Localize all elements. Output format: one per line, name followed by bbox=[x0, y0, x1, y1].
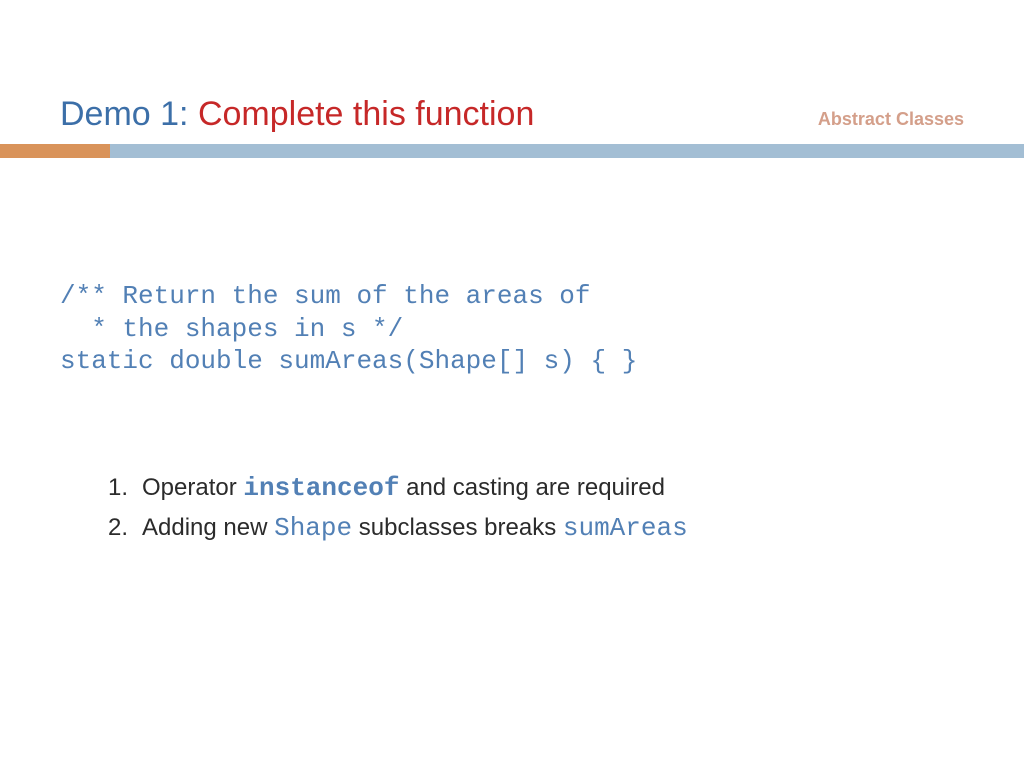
point-2: 2.Adding new Shape subclasses breaks sum… bbox=[108, 510, 688, 546]
code-block: /** Return the sum of the areas of * the… bbox=[0, 0, 697, 378]
keyword-instanceof: instanceof bbox=[243, 473, 399, 503]
point-1: 1.Operator instanceof and casting are re… bbox=[108, 470, 688, 506]
keyword-shape: Shape bbox=[274, 513, 352, 543]
point-1-number: 1. bbox=[108, 471, 142, 505]
point-1-text-a: Operator bbox=[142, 474, 243, 501]
code-line-3: static double sumAreas(Shape[] s) { } bbox=[60, 345, 637, 378]
point-1-text-b: and casting are required bbox=[399, 474, 665, 501]
points-block: 1.Operator instanceof and casting are re… bbox=[108, 470, 688, 551]
point-2-text-a: Adding new bbox=[142, 514, 274, 541]
code-line-1: /** Return the sum of the areas of bbox=[60, 280, 637, 313]
keyword-sumareas: sumAreas bbox=[563, 513, 688, 543]
point-2-text-b: subclasses breaks bbox=[352, 514, 563, 541]
slide: Demo 1: Complete this function Abstract … bbox=[0, 0, 1024, 158]
slide-subtitle: Abstract Classes bbox=[818, 109, 964, 134]
point-2-number: 2. bbox=[108, 511, 142, 545]
code-line-2: * the shapes in s */ bbox=[60, 313, 637, 346]
